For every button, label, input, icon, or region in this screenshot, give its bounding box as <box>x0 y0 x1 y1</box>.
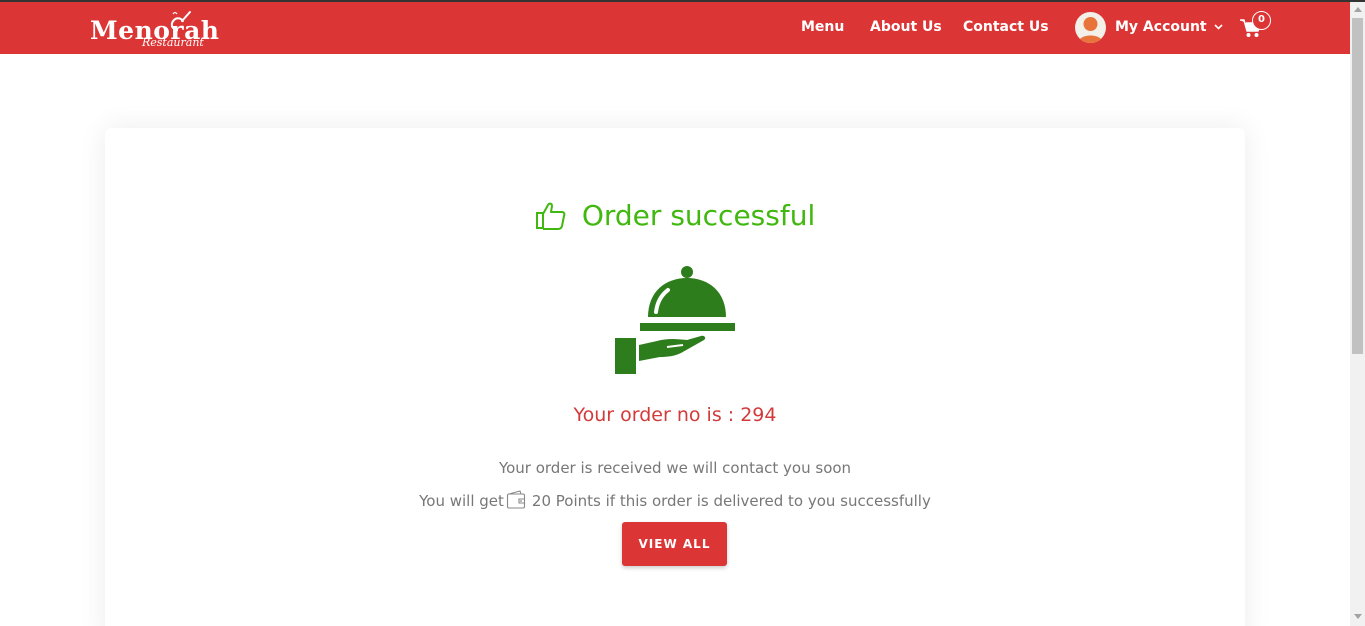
thumbs-up-icon <box>535 202 566 230</box>
wallet-icon <box>506 490 525 509</box>
top-navbar: Menorah Restaurant Menu About Us Contact… <box>0 2 1350 54</box>
restaurant-logo[interactable]: Menorah Restaurant <box>90 8 240 52</box>
scroll-up-arrow-icon[interactable] <box>1354 7 1362 12</box>
scrollbar-thumb[interactable] <box>1352 18 1363 354</box>
serving-cloche-hand-icon <box>615 266 735 374</box>
user-avatar-icon[interactable] <box>1075 12 1106 43</box>
my-account-label: My Account <box>1115 19 1207 35</box>
view-all-button[interactable]: VIEW ALL <box>622 522 727 566</box>
cart-count-badge: 0 <box>1252 11 1271 30</box>
success-title: Order successful <box>581 199 816 232</box>
order-success-card: Order successful Your order no is : 294 … <box>105 128 1245 626</box>
nav-link-contact-us[interactable]: Contact Us <box>963 19 1049 35</box>
logo-tagline: Restaurant <box>142 36 204 49</box>
order-received-message: Your order is received we will contact y… <box>498 459 852 477</box>
page-scrollbar[interactable] <box>1350 2 1365 626</box>
chevron-down-icon <box>1214 24 1224 30</box>
scroll-down-arrow-icon[interactable] <box>1354 614 1362 619</box>
nav-link-about-us[interactable]: About Us <box>870 19 942 35</box>
my-account-dropdown[interactable]: My Account <box>1115 19 1224 35</box>
points-message: You will get 20 Points if this order is … <box>105 490 1245 510</box>
points-suffix: 20 Points if this order is delivered to … <box>531 492 931 510</box>
points-prefix: You will get <box>419 492 504 510</box>
avatar-person-icon <box>1078 17 1103 43</box>
order-number: Your order no is : 294 <box>573 404 777 426</box>
success-heading: Order successful <box>105 199 1245 232</box>
nav-link-menu[interactable]: Menu <box>801 19 844 35</box>
logo-spoon-icon <box>170 11 191 31</box>
